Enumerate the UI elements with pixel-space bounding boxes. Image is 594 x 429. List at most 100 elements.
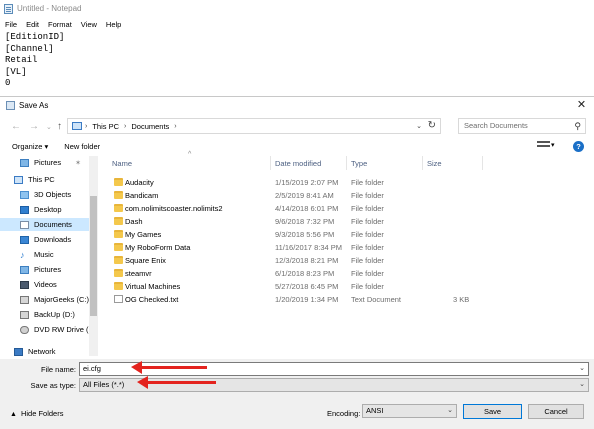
column-date-modified[interactable]: Date modified <box>275 159 321 168</box>
help-button[interactable]: ? <box>573 141 584 152</box>
save-button[interactable]: Save <box>463 404 522 419</box>
folder-icon <box>114 243 123 251</box>
nav-item-label: 3D Objects <box>34 190 72 199</box>
refresh-icon[interactable]: ↻ <box>428 120 436 131</box>
list-item[interactable]: My Games 9/3/2018 5:56 PM File folder <box>104 228 584 241</box>
nav-item-dvd-drive[interactable]: DVD RW Drive (E <box>20 323 93 336</box>
file-name-input[interactable]: ei.cfg ⌄ <box>79 362 589 376</box>
text-document-icon <box>114 295 123 303</box>
dialog-title: Save As <box>19 101 49 110</box>
column-type[interactable]: Type <box>351 159 367 168</box>
column-divider[interactable] <box>482 156 483 170</box>
nav-item-documents[interactable]: Documents <box>0 218 89 231</box>
column-divider[interactable] <box>270 156 271 170</box>
nav-item-videos[interactable]: Videos <box>20 278 57 291</box>
file-type: File folder <box>351 269 384 278</box>
menu-view[interactable]: View <box>81 20 97 29</box>
file-list-header: ^ Name Date modified Type Size <box>104 151 594 170</box>
address-bar[interactable]: › This PC › Documents › ⌄ ↻ <box>67 118 441 134</box>
music-icon: ♪ <box>20 249 25 260</box>
list-item[interactable]: Bandicam 2/5/2019 8:41 AM File folder <box>104 189 584 202</box>
nav-item-3d-objects[interactable]: 3D Objects <box>20 188 71 201</box>
recent-locations-chevron-icon[interactable]: ⌄ <box>46 123 52 131</box>
breadcrumb-this-pc[interactable]: This PC <box>92 122 119 131</box>
nav-item-label: DVD RW Drive (E <box>34 325 94 334</box>
column-name[interactable]: Name <box>112 159 132 168</box>
file-name: steamvr <box>125 269 152 278</box>
nav-item-label: Network <box>28 347 56 356</box>
column-divider[interactable] <box>346 156 347 170</box>
nav-item-drive-c[interactable]: MajorGeeks (C:) <box>20 293 89 306</box>
file-date: 9/3/2018 5:56 PM <box>275 230 335 239</box>
notepad-icon <box>4 3 13 14</box>
menu-edit[interactable]: Edit <box>26 20 39 29</box>
column-size[interactable]: Size <box>427 159 442 168</box>
file-name-value: ei.cfg <box>83 364 101 373</box>
hide-folders-label: Hide Folders <box>20 409 64 418</box>
back-arrow-icon[interactable]: ← <box>11 121 21 132</box>
search-input[interactable]: Search Documents ⚲ <box>458 118 586 134</box>
menu-help[interactable]: Help <box>106 20 121 29</box>
nav-item-pictures[interactable]: Pictures <box>20 263 61 276</box>
chevron-down-icon[interactable]: ⌄ <box>447 405 453 417</box>
up-arrow-icon[interactable]: ↑ <box>57 121 62 132</box>
file-name: My Games <box>125 230 162 239</box>
nav-item-label: Pictures <box>34 158 62 167</box>
navigation-scrollbar[interactable] <box>89 156 98 356</box>
nav-item-downloads[interactable]: Downloads <box>20 233 71 246</box>
breadcrumb-documents[interactable]: Documents <box>131 122 169 131</box>
desktop-icon <box>20 205 29 214</box>
list-item[interactable]: steamvr 6/1/2018 8:23 PM File folder <box>104 267 584 280</box>
nav-item-pictures-quick[interactable]: Pictures ✶ <box>20 156 81 169</box>
nav-item-label: Downloads <box>34 235 72 244</box>
column-divider[interactable] <box>422 156 423 170</box>
nav-item-desktop[interactable]: Desktop <box>20 203 62 216</box>
file-name: OG Checked.txt <box>125 295 179 304</box>
chevron-up-icon: ▲ <box>10 411 17 418</box>
chevron-down-icon[interactable]: ⌄ <box>416 122 422 130</box>
list-item[interactable]: Virtual Machines 5/27/2018 6:45 PM File … <box>104 280 584 293</box>
scrollbar-thumb[interactable] <box>90 196 97 316</box>
file-name: Bandicam <box>125 191 159 200</box>
file-date: 11/16/2017 8:34 PM <box>275 243 342 252</box>
file-size: 3 KB <box>453 295 470 304</box>
chevron-down-icon[interactable]: ⌄ <box>579 363 585 375</box>
nav-item-label: Videos <box>34 280 57 289</box>
nav-item-network[interactable]: Network <box>14 345 56 356</box>
list-item[interactable]: OG Checked.txt 1/20/2019 1:34 PM Text Do… <box>104 293 584 306</box>
new-folder-button[interactable]: New folder <box>64 142 100 151</box>
encoding-value: ANSI <box>366 406 384 415</box>
file-date: 1/15/2019 2:07 PM <box>275 178 339 187</box>
pictures-icon <box>20 158 29 167</box>
list-item[interactable]: Square Enix 12/3/2018 8:21 PM File folde… <box>104 254 584 267</box>
nav-item-this-pc[interactable]: This PC <box>14 173 55 186</box>
network-icon <box>14 347 23 356</box>
list-item[interactable]: Audacity 1/15/2019 2:07 PM File folder <box>104 176 584 189</box>
list-item[interactable]: Dash 9/6/2018 7:32 PM File folder <box>104 215 584 228</box>
file-name: com.nolimitscoaster.nolimits2 <box>125 204 223 213</box>
organize-button[interactable]: Organize ▾ <box>12 142 48 151</box>
file-type: File folder <box>351 204 384 213</box>
file-date: 1/20/2019 1:34 PM <box>275 295 339 304</box>
chevron-down-icon[interactable]: ▾ <box>551 141 555 149</box>
breadcrumb-separator-icon[interactable]: › <box>124 123 126 130</box>
chevron-down-icon[interactable]: ⌄ <box>579 379 585 391</box>
hide-folders-button[interactable]: ▲ Hide Folders <box>10 409 63 418</box>
notepad-text-area[interactable]: [EditionID] [Channel] Retail [VL] 0 <box>0 31 594 90</box>
videos-icon <box>20 280 29 289</box>
list-item[interactable]: My RoboForm Data 11/16/2017 8:34 PM File… <box>104 241 584 254</box>
cancel-button[interactable]: Cancel <box>528 404 584 419</box>
view-options-icon[interactable] <box>537 141 550 151</box>
menu-format[interactable]: Format <box>48 20 72 29</box>
menu-file[interactable]: File <box>5 20 17 29</box>
save-as-icon <box>6 101 15 110</box>
close-icon[interactable]: ✕ <box>575 99 588 112</box>
nav-item-drive-d[interactable]: BackUp (D:) <box>20 308 75 321</box>
navigation-bar: ← → ⌄ ↑ › This PC › Documents › ⌄ ↻ Sear… <box>0 117 594 137</box>
folder-icon <box>114 204 123 212</box>
breadcrumb-separator-icon[interactable]: › <box>174 123 176 130</box>
encoding-select[interactable]: ANSI ⌄ <box>362 404 457 418</box>
forward-arrow-icon[interactable]: → <box>29 121 39 132</box>
nav-item-music[interactable]: ♪ Music <box>20 248 54 261</box>
list-item[interactable]: com.nolimitscoaster.nolimits2 4/14/2018 … <box>104 202 584 215</box>
